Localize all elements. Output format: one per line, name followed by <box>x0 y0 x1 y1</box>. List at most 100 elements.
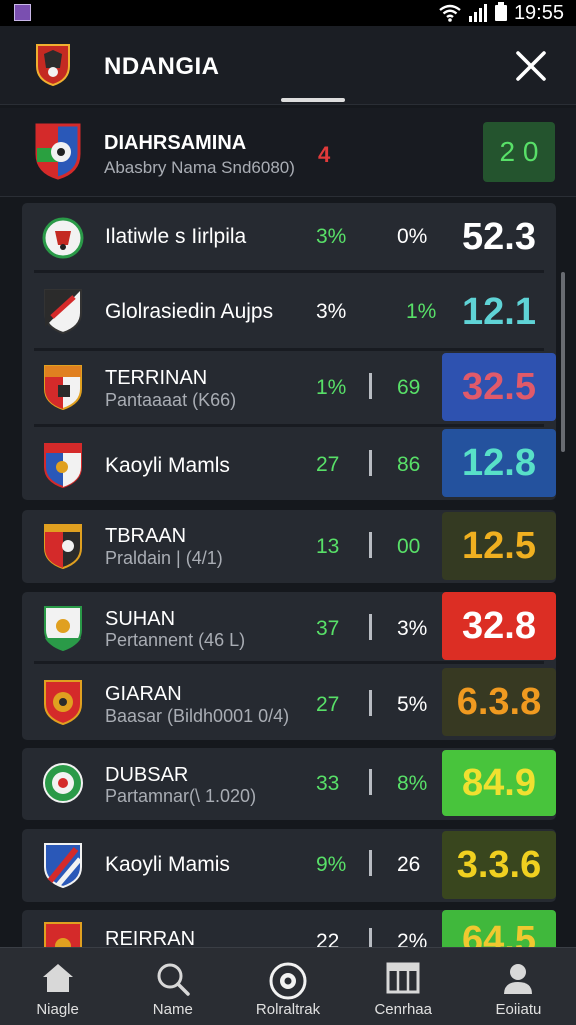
stat-one: 9% <box>316 853 347 876</box>
team-value: 12.1 <box>462 291 536 333</box>
featured-team[interactable]: DIAHRSAMINA Abasbry Nama Snd6080) 4 2 0 <box>0 108 576 197</box>
table-row[interactable]: REIRRAN 22 2% 64.5 <box>22 910 556 970</box>
stat-divider <box>369 373 372 399</box>
active-tab-indicator <box>281 98 345 102</box>
team-subtitle: Baasar (Bildh0001 0/4) <box>105 706 290 726</box>
stat-one: 27 <box>316 453 340 476</box>
table-row[interactable]: GIARAN Baasar (Bildh0001 0/4) 27 5% 6.3.… <box>22 664 556 740</box>
team-value: 32.5 <box>442 353 556 421</box>
table-row[interactable]: Kaoyli Mamls 27 86 12.8 <box>22 427 556 500</box>
team-name: SUHAN <box>105 608 176 630</box>
nav-label: Niagle <box>36 1001 79 1018</box>
nav-label: Rolraltrak <box>255 1001 321 1018</box>
ball-icon <box>269 962 307 1000</box>
team-crest-icon <box>42 522 84 575</box>
bottom-nav: Niagle Name Rolraltrak Cenrhaa Eoiiatu <box>0 947 576 1025</box>
table-row[interactable]: Ilatiwle s Iirlpila 3% 0% 52.3 <box>22 203 556 273</box>
team-crest-icon <box>42 363 84 416</box>
league-crest-icon <box>34 42 72 91</box>
battery-icon <box>494 2 507 21</box>
team-crest-icon <box>42 678 84 731</box>
featured-team-subtitle: Abasbry Nama Snd6080) <box>104 158 295 177</box>
table-icon <box>386 962 420 994</box>
team-name: GIARAN <box>105 683 182 705</box>
team-name: Kaoyli Mamls <box>105 454 230 477</box>
team-value: 12.5 <box>442 512 556 580</box>
stat-one: 1% <box>316 376 347 399</box>
table-row[interactable]: Kaoyli Mamis 9% 26 3.3.6 <box>22 829 556 902</box>
team-crest-icon <box>34 122 82 185</box>
scrollbar[interactable] <box>561 272 565 452</box>
stat-two: 69 <box>397 376 421 399</box>
stat-one: 27 <box>316 693 340 716</box>
stat-divider <box>369 769 372 795</box>
notification-app-icon <box>14 4 31 21</box>
table-row[interactable]: TERRINAN Pantaaaat (K66) 1% 69 32.5 <box>22 351 556 427</box>
table-row[interactable]: SUHAN Pertannent (46 L) 37 3% 32.8 <box>22 592 556 664</box>
stat-divider <box>369 614 372 640</box>
team-subtitle: Partamnar(\ 1.020) <box>105 786 257 806</box>
table-row[interactable]: TBRAAN Praldain | (4/1) 13 00 12.5 <box>22 510 556 583</box>
team-value: 3.3.6 <box>442 831 556 899</box>
nav-label: Eoiiatu <box>495 1001 542 1018</box>
team-value: 12.8 <box>442 429 556 497</box>
team-subtitle: Praldain | (4/1) <box>105 548 223 568</box>
stat-one: 13 <box>316 535 340 558</box>
team-crest-icon <box>42 841 84 894</box>
stat-divider <box>369 850 372 876</box>
stat-one: 3% <box>316 225 347 248</box>
team-name: Kaoyli Mamis <box>105 853 230 876</box>
stat-two: 8% <box>397 772 428 795</box>
stat-two: 3% <box>397 617 428 640</box>
nav-item-standings[interactable]: Cenrhaa <box>346 948 461 1025</box>
nav-item-live[interactable]: Rolraltrak <box>230 948 345 1025</box>
featured-score: 2 0 <box>483 122 555 182</box>
profile-icon <box>504 964 533 994</box>
stat-one: 3% <box>316 300 347 323</box>
nav-item-search[interactable]: Name <box>115 948 230 1025</box>
search-icon <box>157 963 190 996</box>
stat-two: 26 <box>397 853 421 876</box>
header: NDANGIA <box>0 26 576 105</box>
team-name: Ilatiwle s Iirlpila <box>105 225 247 248</box>
team-name: TERRINAN <box>105 367 208 389</box>
team-name: DUBSAR <box>105 764 189 786</box>
team-subtitle: Pantaaaat (K66) <box>105 390 237 410</box>
stat-divider <box>369 532 372 558</box>
team-crest-icon <box>42 441 84 494</box>
page-title: NDANGIA <box>104 53 220 80</box>
featured-team-name: DIAHRSAMINA <box>104 132 247 154</box>
team-subtitle: Pertannent (46 L) <box>105 630 246 650</box>
system-icons: 19:55 <box>439 2 564 24</box>
nav-item-profile[interactable]: Eoiiatu <box>461 948 576 1025</box>
team-value: 32.8 <box>442 592 556 660</box>
nav-label: Cenrhaa <box>374 1001 432 1018</box>
close-icon[interactable] <box>511 46 551 86</box>
status-time: 19:55 <box>513 1 564 24</box>
team-crest-icon <box>42 217 84 264</box>
team-name: TBRAAN <box>105 525 187 547</box>
featured-rank: 4 <box>318 142 331 167</box>
team-value: 6.3.8 <box>442 668 556 736</box>
team-name: Glolrasiedin Aujps <box>105 300 274 323</box>
stat-one: 37 <box>316 617 340 640</box>
team-crest-icon <box>42 604 84 657</box>
team-value: 84.9 <box>442 750 556 816</box>
stat-two: 00 <box>397 535 421 558</box>
stat-divider <box>369 690 372 716</box>
stat-one: 33 <box>316 772 340 795</box>
stat-two: 1% <box>406 300 437 323</box>
nav-label: Name <box>152 1001 193 1018</box>
status-bar: 19:55 <box>0 0 576 26</box>
stat-two: 5% <box>397 693 428 716</box>
stat-divider <box>369 450 372 476</box>
team-crest-icon <box>42 287 84 340</box>
stat-two: 86 <box>397 453 421 476</box>
signal-icon <box>468 4 487 22</box>
home-icon <box>42 964 73 992</box>
wifi-icon <box>439 4 461 22</box>
team-crest-icon <box>42 761 84 810</box>
table-row[interactable]: Glolrasiedin Aujps 3% 1% 12.1 <box>22 273 556 351</box>
table-row[interactable]: DUBSAR Partamnar(\ 1.020) 33 8% 84.9 <box>22 748 556 820</box>
nav-item-home[interactable]: Niagle <box>0 948 115 1025</box>
